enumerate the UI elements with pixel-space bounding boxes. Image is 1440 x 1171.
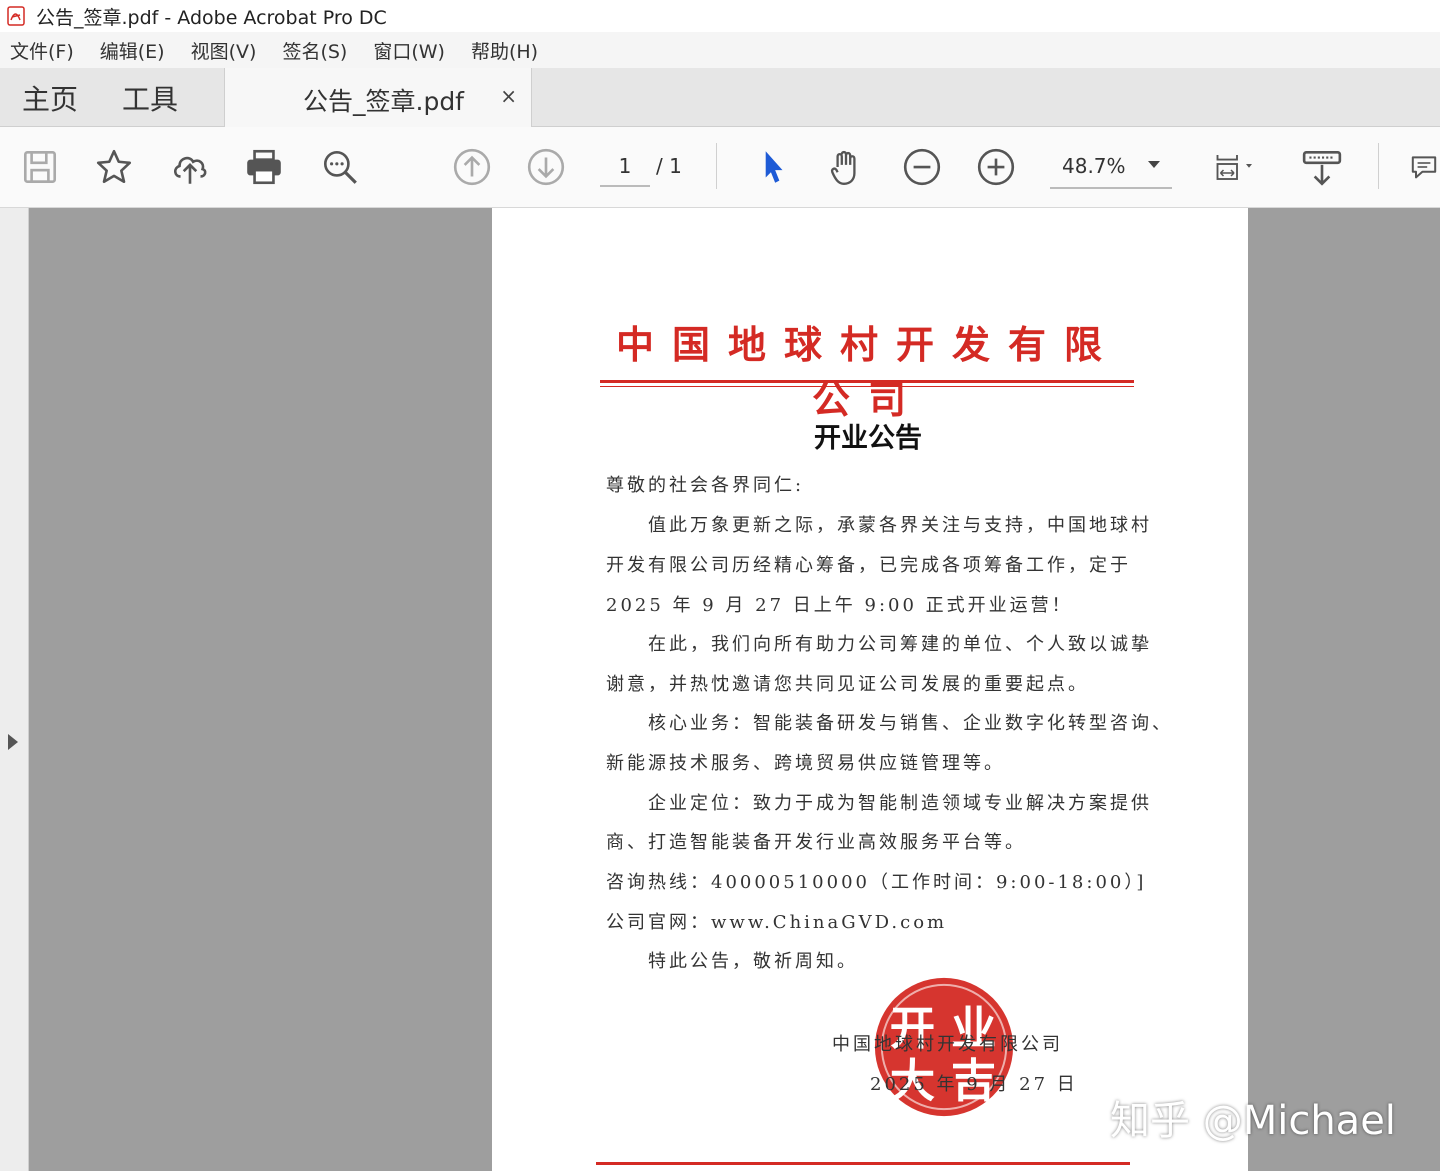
letterhead-rule-thin [600,386,1134,387]
paragraph-line: 新能源技术服务、跨境贸易供应链管理等。 [606,753,1005,774]
pdf-page: 中国地球村开发有限公司 开业公告 尊敬的社会各界同仁: 值此万象更新之际，承蒙各… [492,208,1248,1171]
paragraph-line: 公司官网：www.ChinaGVD.com [606,912,948,933]
scroll-mode-icon[interactable] [1300,145,1344,189]
bookmark-star-icon[interactable] [92,145,136,189]
paragraph-line: 开发有限公司历经精心筹备，已完成各项筹备工作，定于 [606,555,1131,576]
hand-tool-icon[interactable] [824,145,868,189]
tab-tools[interactable]: 工具 [122,78,178,118]
toolbar-divider [1378,143,1379,189]
menu-sign[interactable]: 签名(S) [282,37,347,64]
footer-rule [596,1162,1130,1165]
paragraph-line: 在此，我们向所有助力公司筹建的单位、个人致以诚挚 [606,634,1152,655]
current-page-input[interactable]: 1 [600,147,650,187]
left-panel-strip [0,208,29,1171]
acrobat-pdf-icon [6,5,26,27]
document-tab[interactable]: 公告_签章.pdf × [224,68,532,127]
document-tab-title: 公告_签章.pdf [303,87,464,116]
close-icon[interactable]: × [500,84,517,108]
menu-file[interactable]: 文件(F) [10,37,74,64]
page-navigator: 1 / 1 [600,147,710,187]
paragraph-line: 尊敬的社会各界同仁: [606,475,805,496]
next-page-icon[interactable] [524,145,568,189]
upload-cloud-icon[interactable] [168,145,212,189]
paragraph-line: 谢意，并热忱邀请您共同见证公司发展的重要起点。 [606,674,1089,695]
total-pages: / 1 [656,154,682,178]
toolbar-divider [716,143,717,189]
paragraph-line: 企业定位：致力于成为智能制造领域专业解决方案提供 [606,793,1152,814]
zoom-level-value: 48.7% [1062,154,1126,178]
paragraph-line: 商、打造智能装备开发行业高效服务平台等。 [606,832,1026,853]
window-title: 公告_签章.pdf - Adobe Acrobat Pro DC [36,6,387,29]
menu-edit[interactable]: 编辑(E) [100,37,165,64]
search-zoom-icon[interactable] [318,145,362,189]
tab-home[interactable]: 主页 [22,78,78,118]
signature-company: 中国地球村开发有限公司 [832,1034,1063,1055]
menu-view[interactable]: 视图(V) [191,37,257,64]
page-fit-icon[interactable] [1204,145,1264,189]
zoom-level-dropdown[interactable]: 48.7% [1050,147,1172,189]
prev-page-icon[interactable] [450,145,494,189]
print-icon[interactable] [242,145,286,189]
watermark: 知乎 @Michael [1110,1098,1396,1144]
comment-icon[interactable] [1408,145,1440,189]
menu-help[interactable]: 帮助(H) [471,37,538,64]
tab-row: 主页 工具 公告_签章.pdf × [0,68,1440,127]
title-bar: 公告_签章.pdf - Adobe Acrobat Pro DC [0,0,1440,32]
company-letterhead: 中国地球村开发有限公司 [615,322,1120,422]
paragraph-line: 核心业务：智能装备研发与销售、企业数字化转型咨询、 [606,713,1173,734]
menu-bar: 文件(F) 编辑(E) 视图(V) 签名(S) 窗口(W) 帮助(H) [0,32,1440,69]
save-icon[interactable] [18,145,62,189]
expand-panel-icon[interactable] [8,734,18,750]
zoom-in-icon[interactable] [974,145,1018,189]
paragraph-line: 咨询热线：40000510000（工作时间：9:00-18:00）] [606,872,1147,893]
select-cursor-icon[interactable] [750,145,794,189]
signature-date: 2025 年 9 月 27 日 [870,1074,1078,1095]
chevron-down-icon [1148,161,1160,168]
letterhead-rule [600,380,1134,383]
announcement-title: 开业公告 [814,423,922,454]
paragraph-line: 值此万象更新之际，承蒙各界关注与支持，中国地球村 [606,515,1152,536]
zoom-out-icon[interactable] [900,145,944,189]
toolbar: 1 / 1 48.7% [0,127,1440,208]
menu-window[interactable]: 窗口(W) [373,37,445,64]
paragraph-line: 2025 年 9 月 27 日上午 9:00 正式开业运营！ [606,595,1073,616]
